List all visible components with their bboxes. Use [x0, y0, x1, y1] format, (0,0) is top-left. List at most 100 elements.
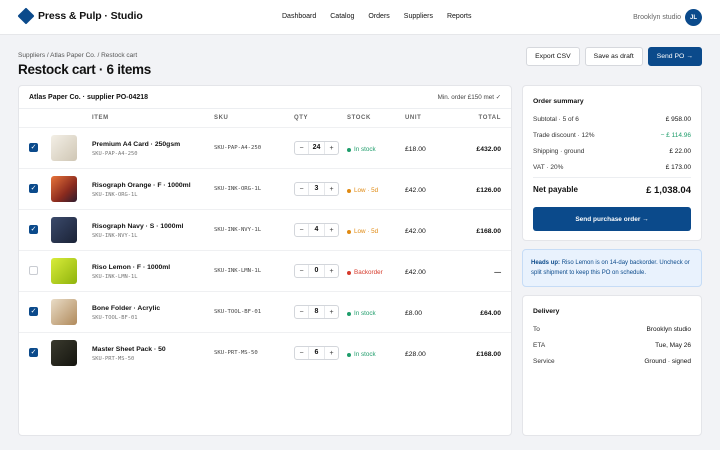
nav-catalog[interactable]: Catalog — [330, 13, 354, 20]
summary-label: VAT · 20% — [533, 164, 564, 171]
summary-value: £ 22.00 — [669, 148, 691, 155]
item-subsku: SKU-PAP-A4-250 — [92, 151, 138, 157]
line-total: — — [494, 269, 501, 276]
line-total: £168.00 — [476, 351, 501, 358]
delivery-label: ETA — [533, 342, 546, 349]
decrement-button[interactable]: − — [295, 186, 308, 193]
nav-suppliers[interactable]: Suppliers — [404, 13, 433, 20]
delivery-label: To — [533, 326, 540, 333]
delivery-row: ETA Tue, May 26 — [533, 342, 691, 349]
increment-button[interactable]: + — [325, 268, 338, 275]
save-draft-button[interactable]: Save as draft — [584, 47, 643, 66]
avatar[interactable]: JL — [685, 9, 702, 26]
cart-row: Riso Lemon · F · 1000ml SKU-INK-LMN-1L SKU… — [19, 250, 511, 291]
stock-status: Low · 5d — [347, 187, 378, 194]
quantity-input[interactable]: 6 — [308, 347, 325, 359]
export-csv-button[interactable]: Export CSV — [526, 47, 580, 66]
item-subsku: SKU-TOOL-BF-01 — [92, 315, 138, 321]
quantity-input[interactable]: 3 — [308, 183, 325, 195]
stock-dot-icon — [347, 352, 351, 357]
quantity-stepper: −8 + — [294, 305, 339, 319]
top-bar: Press & Pulp · Studio Dashboard Catalog … — [0, 0, 720, 35]
sku-cell: SKU-PAP-A4-250 — [214, 145, 262, 151]
item-subsku: SKU-INK-ORG-1L — [92, 192, 138, 198]
send-po-button[interactable]: Send PO → — [647, 47, 702, 66]
cart-row: ✓ Bone Folder · Acrylic SKU-TOOL-BF-01 SKU-… — [19, 291, 511, 332]
row-checkbox[interactable]: ✓ — [29, 307, 38, 316]
net-payable-row: Net payable £ 1,038.04 — [533, 185, 691, 196]
net-payable-value: £ 1,038.04 — [646, 185, 691, 196]
line-total: £432.00 — [476, 146, 501, 153]
nav-dashboard[interactable]: Dashboard — [282, 13, 316, 20]
product-thumbnail — [51, 135, 77, 161]
quantity-input[interactable]: 8 — [308, 306, 325, 318]
line-total: £168.00 — [476, 228, 501, 235]
item-name: Riso Lemon · F · 1000ml — [92, 264, 171, 271]
decrement-button[interactable]: − — [295, 227, 308, 234]
workspace-name: Brooklyn studio — [633, 14, 681, 21]
row-checkbox[interactable]: ✓ — [29, 225, 38, 234]
stock-dot-icon — [347, 311, 351, 316]
decrement-button[interactable]: − — [295, 350, 308, 357]
brand-logo-icon — [17, 7, 35, 25]
stock-dot-icon — [347, 229, 351, 234]
stock-dot-icon — [347, 188, 351, 193]
summary-value: £ 958.00 — [665, 116, 691, 123]
quantity-input[interactable]: 4 — [308, 224, 325, 236]
product-thumbnail — [51, 176, 77, 202]
delivery-card: Delivery To Brooklyn studio ETA Tue, May 2… — [522, 295, 702, 436]
stock-label: In stock — [354, 146, 376, 153]
stock-status: Low · 5d — [347, 228, 378, 235]
item-name: Bone Folder · Acrylic — [92, 305, 161, 312]
column-header-item: ITEM — [92, 115, 109, 121]
nav-reports[interactable]: Reports — [447, 13, 472, 20]
increment-button[interactable]: + — [325, 309, 338, 316]
unit-price: £42.00 — [405, 269, 426, 276]
item-name: Premium A4 Card · 250gsm — [92, 141, 181, 148]
stock-label: In stock — [354, 310, 376, 317]
brand[interactable]: Press & Pulp · Studio — [17, 7, 143, 25]
send-purchase-order-button[interactable]: Send purchase order → — [533, 207, 691, 231]
column-header-qty: QTY — [294, 115, 309, 121]
stock-status: In stock — [347, 310, 376, 317]
quantity-stepper: −24 + — [294, 141, 339, 155]
decrement-button[interactable]: − — [295, 309, 308, 316]
delivery-value: Ground · signed — [644, 358, 691, 365]
summary-row: Shipping · ground £ 22.00 — [533, 148, 691, 155]
row-checkbox[interactable]: ✓ — [29, 184, 38, 193]
summary-row: Trade discount · 12% − £ 114.96 — [533, 132, 691, 139]
item-subsku: SKU-INK-NVY-1L — [92, 233, 138, 239]
summary-label: Subtotal · 5 of 6 — [533, 116, 579, 123]
summary-value: £ 173.00 — [665, 164, 691, 171]
increment-button[interactable]: + — [325, 227, 338, 234]
unit-price: £8.00 — [405, 310, 423, 317]
row-checkbox[interactable]: ✓ — [29, 348, 38, 357]
quantity-input[interactable]: 24 — [308, 142, 325, 154]
backorder-alert: Heads up: Riso Lemon is on 14-day backor… — [522, 249, 702, 287]
sku-cell: SKU-INK-ORG-1L — [214, 186, 262, 192]
quantity-stepper: −6 + — [294, 346, 339, 360]
cart-header: Atlas Paper Co. · supplier PO-04218 Min.… — [19, 86, 511, 109]
unit-price: £18.00 — [405, 146, 426, 153]
user-menu[interactable]: Brooklyn studio JL — [633, 9, 702, 26]
decrement-button[interactable]: − — [295, 145, 308, 152]
net-payable-label: Net payable — [533, 185, 578, 194]
column-header-unit: UNIT — [405, 115, 422, 121]
breadcrumb[interactable]: Suppliers / Atlas Paper Co. / Restock ca… — [18, 52, 137, 59]
quantity-input[interactable]: 0 — [308, 265, 325, 277]
product-thumbnail — [51, 217, 77, 243]
line-total: £126.00 — [476, 187, 501, 194]
stock-status: In stock — [347, 146, 376, 153]
row-checkbox[interactable]: ✓ — [29, 143, 38, 152]
increment-button[interactable]: + — [325, 186, 338, 193]
nav-orders[interactable]: Orders — [368, 13, 389, 20]
increment-button[interactable]: + — [325, 350, 338, 357]
decrement-button[interactable]: − — [295, 268, 308, 275]
alert-heading: Heads up: — [531, 260, 561, 266]
item-name: Risograph Navy · S · 1000ml — [92, 223, 184, 230]
item-subsku: SKU-PRT-MS-50 — [92, 356, 135, 362]
increment-button[interactable]: + — [325, 145, 338, 152]
row-checkbox[interactable] — [29, 266, 38, 275]
supplier-label: Atlas Paper Co. · supplier PO-04218 — [29, 93, 149, 101]
header-actions: Export CSV Save as draft Send PO → — [526, 47, 702, 66]
